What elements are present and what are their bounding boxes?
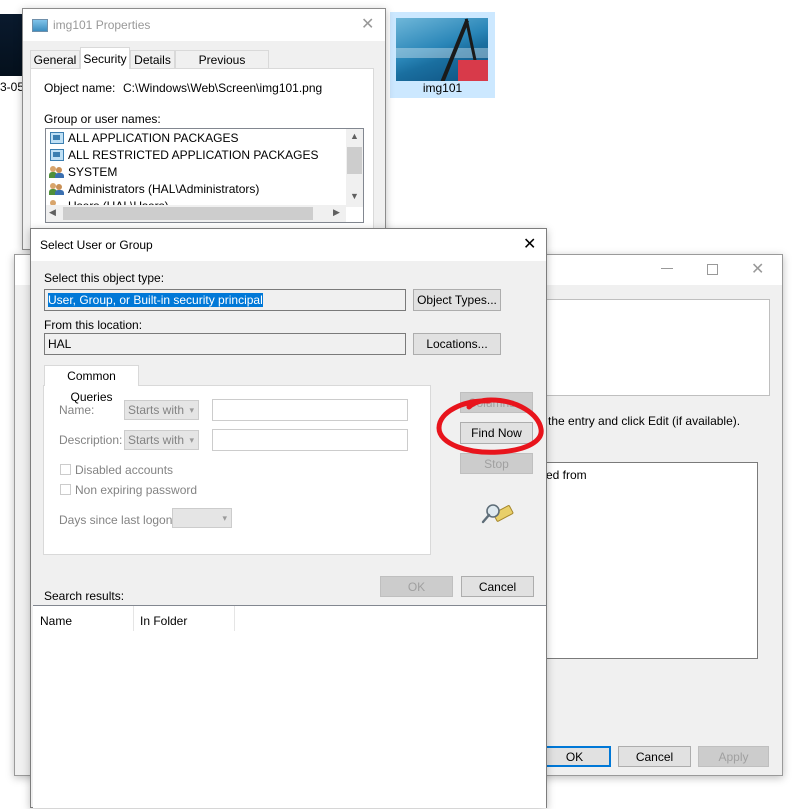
scroll-up-icon[interactable]: ▲ bbox=[350, 131, 359, 141]
users-icon bbox=[49, 165, 65, 178]
name-mode-select[interactable]: Starts with ▾ bbox=[124, 400, 199, 420]
list-item[interactable]: ALL RESTRICTED APPLICATION PACKAGES bbox=[50, 147, 319, 164]
cancel-button[interactable]: Cancel bbox=[461, 576, 534, 597]
properties-titlebar: img101 Properties ✕ bbox=[23, 9, 385, 41]
scroll-right-icon[interactable]: ▶ bbox=[333, 207, 340, 218]
column-header-name[interactable]: Name bbox=[33, 606, 134, 631]
desktop-thumbnail-dark bbox=[0, 14, 22, 76]
cancel-button[interactable]: Cancel bbox=[618, 746, 691, 767]
properties-window: img101 Properties ✕ General Security Det… bbox=[22, 8, 386, 258]
select-dialog-title: Select User or Group bbox=[40, 238, 153, 252]
group-list[interactable]: ALL APPLICATION PACKAGES ALL RESTRICTED … bbox=[45, 128, 364, 223]
tab-details[interactable]: Details bbox=[130, 50, 175, 69]
edit-instructions-text: the entry and click Edit (if available). bbox=[548, 414, 741, 428]
description-label: Description: bbox=[59, 433, 123, 447]
object-name-label: Object name: bbox=[44, 81, 116, 95]
thumbnail-image bbox=[396, 18, 488, 81]
scroll-thumb[interactable] bbox=[347, 147, 362, 174]
scroll-left-icon[interactable]: ◀ bbox=[49, 207, 56, 218]
tab-security[interactable]: Security bbox=[80, 47, 130, 69]
search-results-label: Search results: bbox=[44, 589, 125, 603]
ok-button[interactable]: OK bbox=[538, 746, 611, 767]
scroll-thumb-horizontal[interactable] bbox=[63, 207, 313, 220]
close-icon[interactable]: ✕ bbox=[523, 234, 536, 254]
advanced-top-panel bbox=[546, 299, 770, 396]
tab-previous-versions[interactable]: Previous Versions bbox=[175, 50, 269, 85]
chevron-down-icon: ▾ bbox=[189, 405, 194, 415]
list-item[interactable]: SYSTEM bbox=[49, 164, 117, 181]
select-user-dialog: Select User or Group ✕ Select this objec… bbox=[30, 228, 547, 808]
select-dialog-titlebar: Select User or Group ✕ bbox=[31, 229, 546, 261]
package-group-icon bbox=[50, 131, 65, 144]
package-group-icon bbox=[50, 148, 65, 161]
permission-entries-list[interactable]: ed from bbox=[546, 462, 758, 659]
apply-button[interactable]: Apply bbox=[698, 746, 769, 767]
desktop-partial-label: 3-05 bbox=[0, 80, 25, 94]
chevron-down-icon: ▾ bbox=[189, 435, 194, 445]
locations-button[interactable]: Locations... bbox=[413, 333, 501, 355]
object-type-field[interactable]: User, Group, or Built-in security princi… bbox=[44, 289, 406, 311]
tab-general[interactable]: General bbox=[30, 50, 80, 69]
name-input[interactable] bbox=[212, 399, 408, 421]
list-item[interactable]: ALL APPLICATION PACKAGES bbox=[50, 130, 239, 147]
common-queries-panel: Name: Starts with ▾ Description: Starts w… bbox=[43, 385, 431, 555]
users-icon bbox=[49, 182, 65, 195]
thumbnail-label: img101 bbox=[422, 81, 463, 95]
inherited-from-header: ed from bbox=[546, 468, 587, 482]
chevron-down-icon: ▾ bbox=[222, 513, 227, 523]
object-types-button[interactable]: Object Types... bbox=[413, 289, 501, 311]
non-expiring-password-label: Non expiring password bbox=[75, 483, 198, 497]
scroll-down-icon[interactable]: ▼ bbox=[350, 191, 359, 201]
tab-common-queries[interactable]: Common Queries bbox=[44, 365, 139, 404]
maximize-icon[interactable] bbox=[707, 264, 718, 275]
description-mode-select[interactable]: Starts with ▾ bbox=[124, 430, 199, 450]
search-results-list[interactable]: Name In Folder bbox=[33, 605, 546, 808]
object-type-label: Select this object type: bbox=[44, 271, 165, 285]
non-expiring-password-checkbox[interactable] bbox=[60, 484, 71, 495]
red-highlight-circle bbox=[436, 397, 544, 455]
object-type-value: User, Group, or Built-in security princi… bbox=[48, 293, 263, 307]
vertical-scrollbar[interactable]: ▲ ▼ bbox=[346, 129, 363, 207]
minimize-icon[interactable] bbox=[661, 268, 673, 269]
location-field[interactable]: HAL bbox=[44, 333, 406, 355]
days-since-logon-select[interactable]: ▾ bbox=[172, 508, 232, 528]
properties-title: img101 Properties bbox=[53, 18, 151, 32]
disabled-accounts-label: Disabled accounts bbox=[75, 463, 174, 477]
column-header-in-folder[interactable]: In Folder bbox=[134, 606, 235, 631]
image-file-icon bbox=[32, 19, 48, 32]
close-icon[interactable]: ✕ bbox=[751, 259, 764, 279]
days-since-logon-label: Days since last logon: bbox=[59, 513, 176, 527]
desktop-thumbnail-img101[interactable]: img101 bbox=[390, 12, 495, 98]
description-input[interactable] bbox=[212, 429, 408, 451]
close-icon[interactable]: ✕ bbox=[361, 14, 374, 34]
horizontal-scrollbar[interactable]: ◀ ▶ bbox=[46, 205, 346, 222]
group-or-user-names-label: Group or user names: bbox=[44, 112, 161, 126]
search-key-icon bbox=[481, 501, 515, 527]
annotation-stroke bbox=[436, 397, 544, 455]
object-name-value: C:\Windows\Web\Screen\img101.png bbox=[123, 81, 323, 95]
disabled-accounts-checkbox[interactable] bbox=[60, 464, 71, 475]
location-label: From this location: bbox=[44, 318, 143, 332]
ok-button[interactable]: OK bbox=[380, 576, 453, 597]
list-item[interactable]: Administrators (HAL\Administrators) bbox=[49, 181, 259, 198]
